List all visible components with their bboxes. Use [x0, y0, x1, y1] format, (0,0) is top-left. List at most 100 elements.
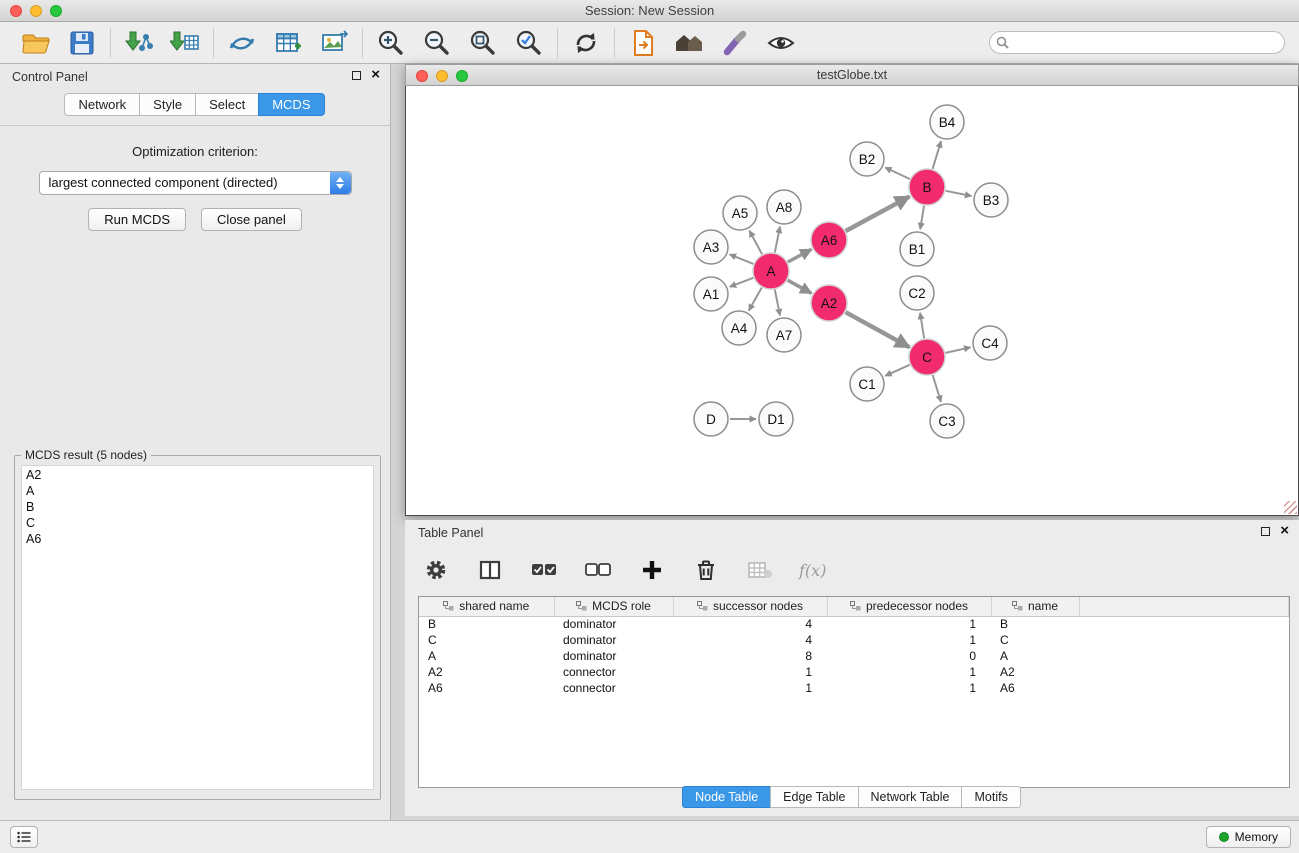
column-header-successor-nodes[interactable]: successor nodes: [673, 597, 827, 616]
edge-C-C2[interactable]: [920, 313, 924, 338]
eye-icon[interactable]: [766, 28, 796, 58]
refresh-icon[interactable]: [571, 28, 601, 58]
table-row[interactable]: Adominator80A: [419, 648, 1289, 664]
cell[interactable]: A6: [419, 680, 554, 696]
column-header-shared-name[interactable]: shared name: [419, 597, 554, 616]
control-tab-network[interactable]: Network: [64, 93, 140, 116]
edge-A-A7[interactable]: [775, 290, 780, 316]
table-row[interactable]: Cdominator41C: [419, 632, 1289, 648]
table-tab-motifs[interactable]: Motifs: [961, 786, 1020, 808]
new-table-icon[interactable]: [273, 28, 303, 58]
select-stepper-icon[interactable]: [330, 172, 351, 194]
home-icon[interactable]: [674, 28, 704, 58]
deselect-all-icon[interactable]: [583, 555, 613, 585]
node-A4[interactable]: A4: [722, 311, 756, 345]
cell[interactable]: connector: [554, 680, 673, 696]
node-A3[interactable]: A3: [694, 230, 728, 264]
close-view-icon[interactable]: [416, 70, 428, 82]
task-history-button[interactable]: [10, 826, 38, 848]
cell[interactable]: A6: [991, 680, 1079, 696]
cell[interactable]: dominator: [554, 616, 673, 632]
result-item[interactable]: A2: [22, 467, 373, 483]
save-icon[interactable]: [67, 28, 97, 58]
zoom-out-icon[interactable]: [422, 28, 452, 58]
document-icon[interactable]: [628, 28, 658, 58]
network-arrows-icon[interactable]: [227, 28, 257, 58]
select-all-icon[interactable]: [529, 555, 559, 585]
column-header-MCDS-role[interactable]: MCDS role: [554, 597, 673, 616]
cell[interactable]: B: [991, 616, 1079, 632]
columns-icon[interactable]: [475, 555, 505, 585]
float-panel-icon[interactable]: [352, 71, 361, 80]
node-C1[interactable]: C1: [850, 367, 884, 401]
table-row[interactable]: A6connector11A6: [419, 680, 1289, 696]
edge-C-C3[interactable]: [933, 375, 941, 402]
node-B3[interactable]: B3: [974, 183, 1008, 217]
edge-A-A4[interactable]: [749, 288, 762, 311]
node-A[interactable]: A: [753, 253, 789, 289]
run-mcds-button[interactable]: Run MCDS: [88, 208, 186, 231]
cell[interactable]: 1: [827, 664, 991, 680]
result-item[interactable]: C: [22, 515, 373, 531]
node-D1[interactable]: D1: [759, 402, 793, 436]
node-B1[interactable]: B1: [900, 232, 934, 266]
edge-A2-C[interactable]: [846, 312, 910, 347]
optimization-criterion-select[interactable]: largest connected component (directed): [39, 171, 352, 195]
node-C2[interactable]: C2: [900, 276, 934, 310]
node-A8[interactable]: A8: [767, 190, 801, 224]
network-window-titlebar[interactable]: testGlobe.txt: [405, 64, 1299, 86]
node-A1[interactable]: A1: [694, 277, 728, 311]
zoom-fit-icon[interactable]: [468, 28, 498, 58]
style-brush-icon[interactable]: [720, 28, 750, 58]
edge-B-B4[interactable]: [933, 141, 942, 169]
network-graph[interactable]: B4B2BB3A5A8A6A3B1AA1A2C2A4A7C4CC1C3DD1: [406, 86, 1298, 515]
memory-button[interactable]: Memory: [1206, 826, 1291, 848]
node-A6[interactable]: A6: [811, 222, 847, 258]
cell[interactable]: 8: [673, 648, 827, 664]
cell[interactable]: A2: [991, 664, 1079, 680]
close-window-icon[interactable]: [10, 5, 22, 17]
cell[interactable]: A: [991, 648, 1079, 664]
cell[interactable]: 1: [827, 680, 991, 696]
search-input[interactable]: [989, 31, 1285, 54]
network-canvas[interactable]: B4B2BB3A5A8A6A3B1AA1A2C2A4A7C4CC1C3DD1: [405, 86, 1299, 516]
node-A5[interactable]: A5: [723, 196, 757, 230]
table-tab-network-table[interactable]: Network Table: [858, 786, 963, 808]
cell[interactable]: C: [991, 632, 1079, 648]
result-item[interactable]: A6: [22, 531, 373, 547]
cell[interactable]: 4: [673, 632, 827, 648]
edge-B-B2[interactable]: [885, 168, 910, 180]
cell[interactable]: C: [419, 632, 554, 648]
node-B2[interactable]: B2: [850, 142, 884, 176]
edge-A-A2[interactable]: [788, 280, 812, 293]
cell[interactable]: A2: [419, 664, 554, 680]
cell[interactable]: A: [419, 648, 554, 664]
minimize-window-icon[interactable]: [30, 5, 42, 17]
node-A7[interactable]: A7: [767, 318, 801, 352]
delete-column-icon[interactable]: [691, 555, 721, 585]
node-C3[interactable]: C3: [930, 404, 964, 438]
cell[interactable]: 4: [673, 616, 827, 632]
zoom-view-icon[interactable]: [456, 70, 468, 82]
export-image-icon[interactable]: [319, 28, 349, 58]
add-column-icon[interactable]: [637, 555, 667, 585]
cell[interactable]: connector: [554, 664, 673, 680]
zoom-window-icon[interactable]: [50, 5, 62, 17]
edge-A-A6[interactable]: [788, 249, 812, 262]
import-table-from-file-icon[interactable]: [170, 28, 200, 58]
edge-A-A8[interactable]: [775, 227, 780, 253]
close-table-panel-icon[interactable]: ×: [1280, 526, 1289, 536]
result-item[interactable]: B: [22, 499, 373, 515]
table-tab-edge-table[interactable]: Edge Table: [770, 786, 858, 808]
edge-A-A5[interactable]: [749, 231, 762, 255]
edge-A-A3[interactable]: [730, 254, 754, 264]
table-row[interactable]: A2connector11A2: [419, 664, 1289, 680]
node-C4[interactable]: C4: [973, 326, 1007, 360]
table-tab-node-table[interactable]: Node Table: [682, 786, 771, 808]
zoom-selected-icon[interactable]: [514, 28, 544, 58]
cell[interactable]: dominator: [554, 648, 673, 664]
edge-A6-B[interactable]: [846, 197, 910, 232]
close-panel-button[interactable]: Close panel: [201, 208, 302, 231]
column-header-name[interactable]: name: [991, 597, 1079, 616]
minimize-view-icon[interactable]: [436, 70, 448, 82]
